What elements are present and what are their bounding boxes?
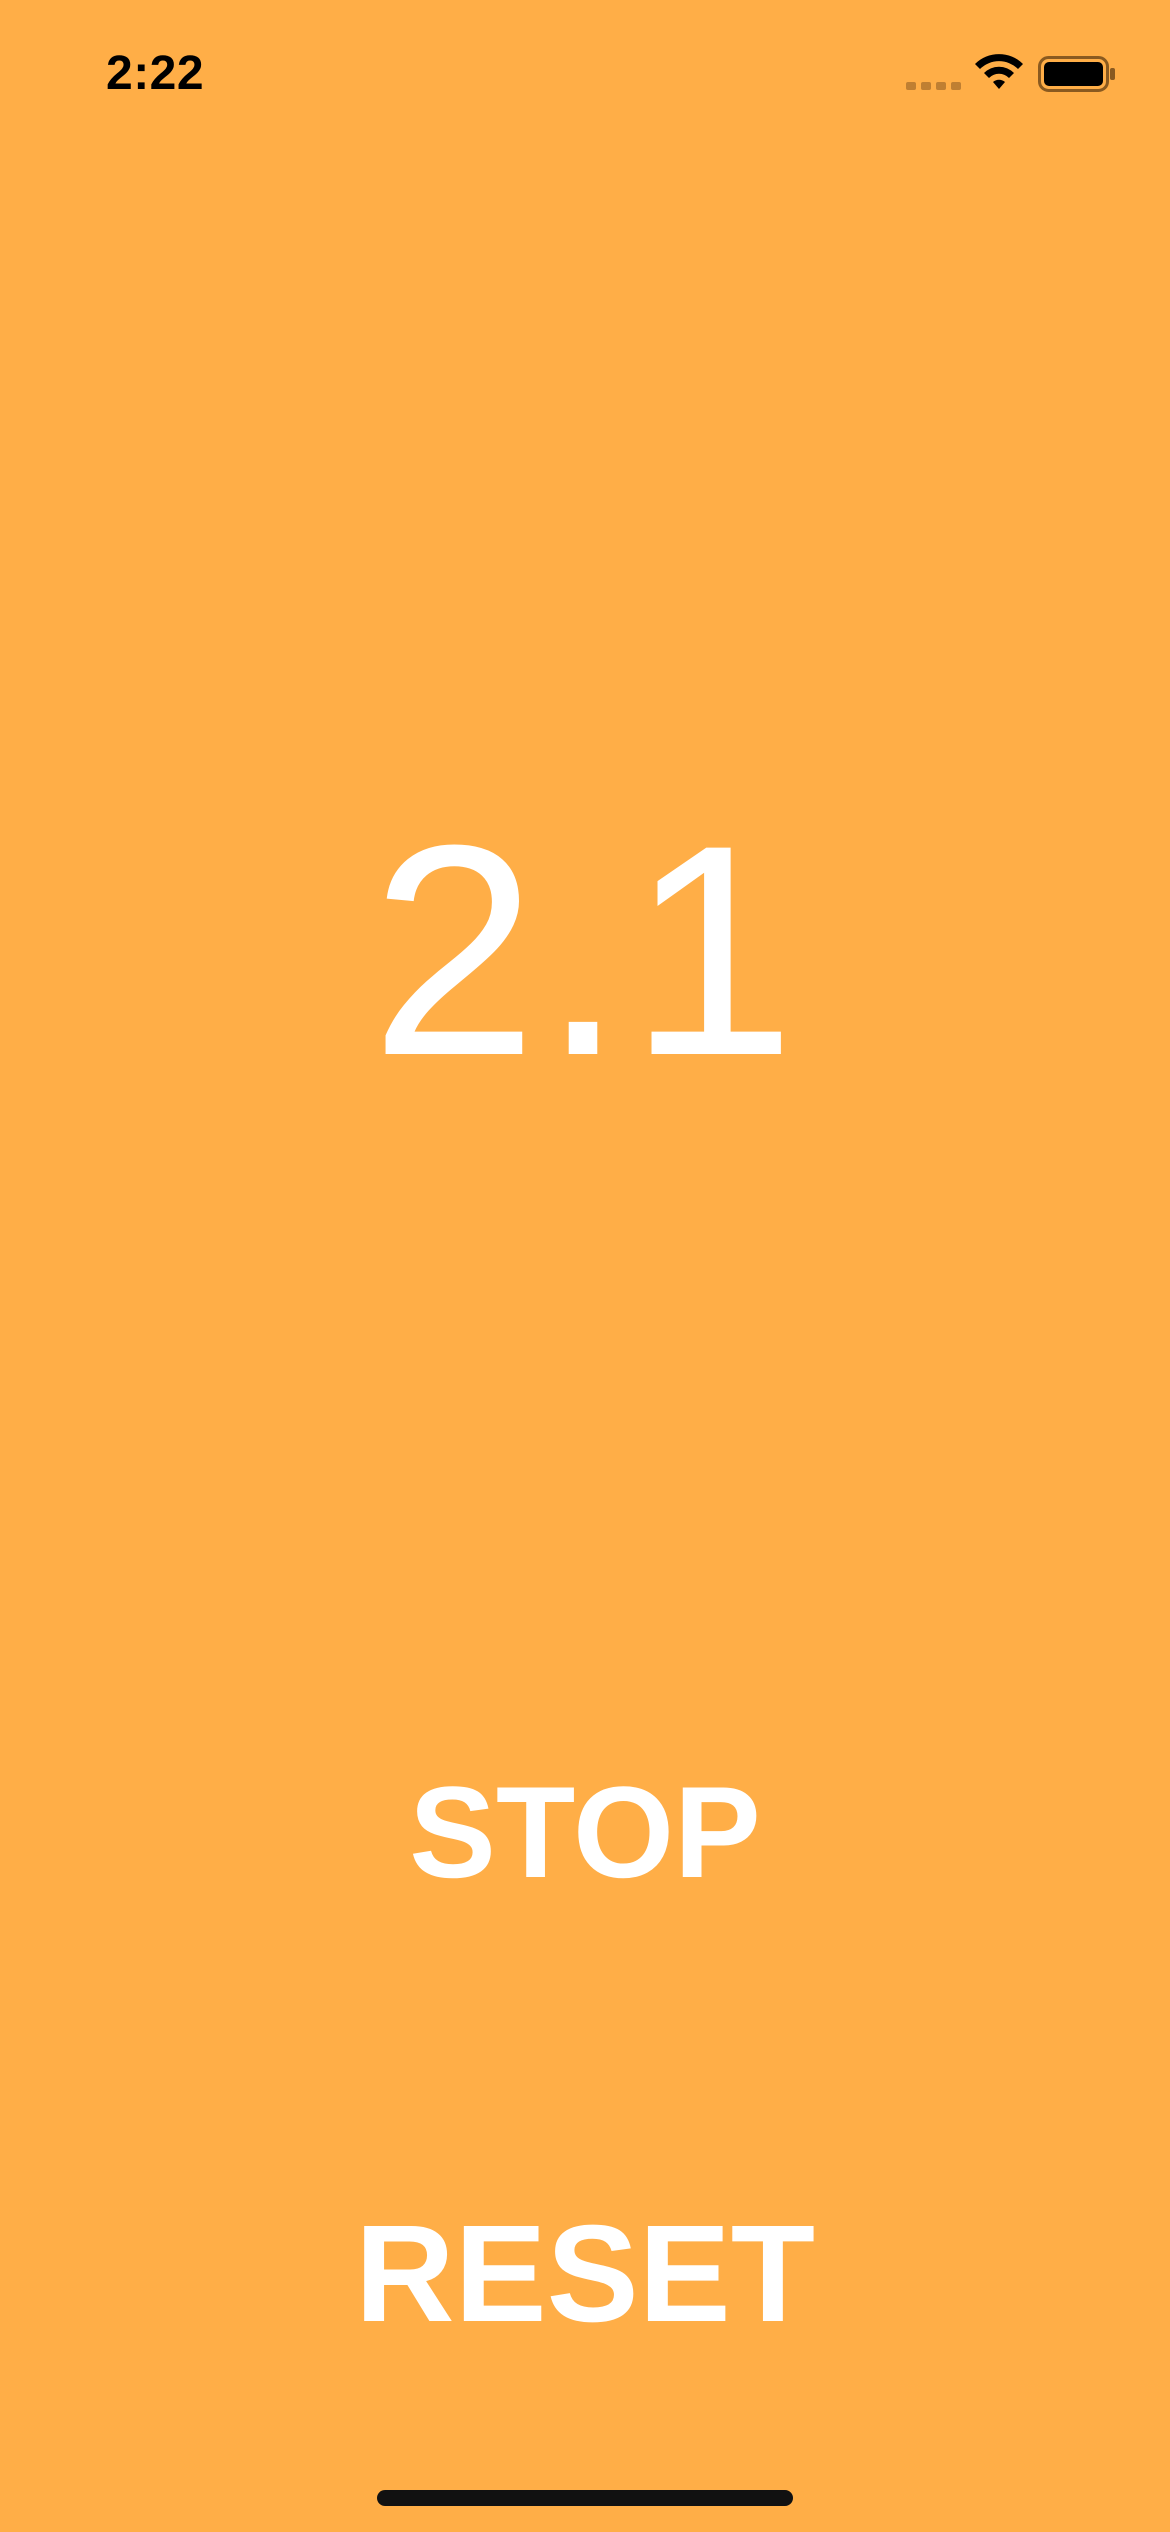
wifi-icon — [975, 54, 1023, 89]
reset-button[interactable]: RESET — [335, 2204, 835, 2344]
battery-icon — [1038, 56, 1115, 92]
status-bar: 2:22 — [0, 0, 1170, 150]
status-time: 2:22 — [106, 47, 205, 100]
cellular-signal-icon — [906, 82, 961, 90]
timer-display: 2.1 — [370, 782, 800, 1118]
home-indicator[interactable] — [377, 2490, 793, 2506]
stop-button[interactable]: STOP — [385, 1762, 785, 1902]
